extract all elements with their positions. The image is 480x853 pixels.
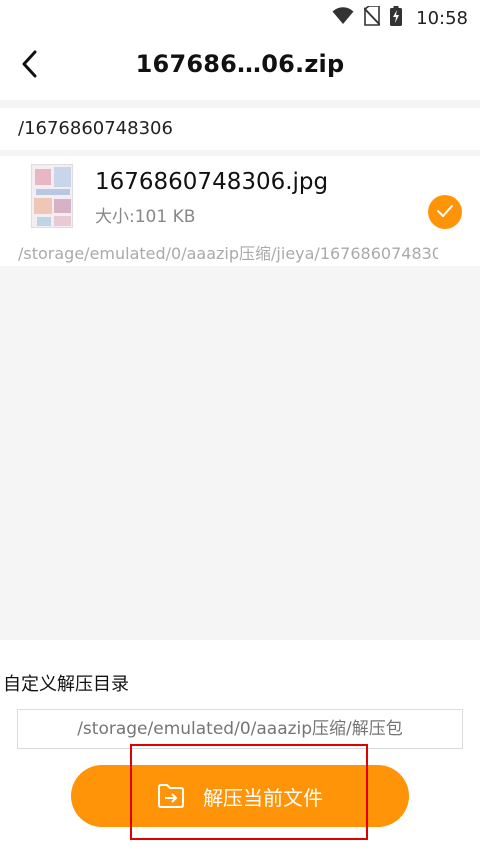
custom-dir-label: 自定义解压目录 [3, 674, 129, 695]
selected-checkbox[interactable] [428, 195, 462, 229]
extract-button-label: 解压当前文件 [203, 785, 323, 810]
folder-arrow-icon [157, 782, 185, 810]
breadcrumb: /1676860748306 [18, 118, 173, 139]
status-icons: 10:58 [332, 5, 468, 30]
checkmark-icon [436, 203, 454, 222]
clock: 10:58 [416, 7, 468, 29]
file-name: 1676860748306.jpg [95, 169, 329, 195]
extract-current-file-button[interactable]: 解压当前文件 [71, 765, 409, 827]
file-path: /storage/emulated/0/aaazip压缩/jieya/16768… [18, 244, 438, 263]
file-thumbnail [31, 164, 73, 228]
list-item[interactable]: 1676860748306.jpg 大小:101 KB /storage/emu… [0, 156, 480, 266]
app-bar: 167686…06.zip [0, 36, 480, 98]
wifi-icon [332, 7, 354, 29]
empty-area [0, 266, 480, 640]
file-size: 大小:101 KB [95, 207, 196, 227]
no-sim-icon [363, 5, 381, 30]
extract-dir-input[interactable] [17, 709, 463, 749]
page-title: 167686…06.zip [135, 50, 345, 78]
status-bar: 10:58 [0, 0, 480, 34]
battery-charging-icon [390, 6, 403, 30]
divider [0, 100, 480, 108]
